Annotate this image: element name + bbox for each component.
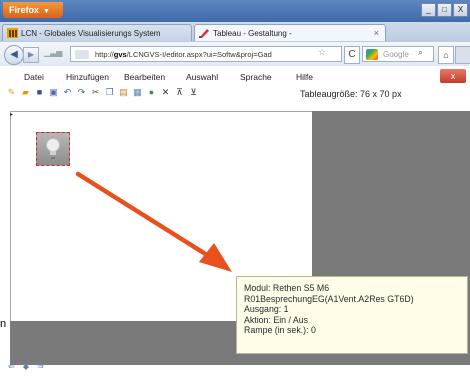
- signal-icon: ▁▃▅: [44, 48, 63, 57]
- url-text: http://gvs/LCNGVS-I/editor.aspx?ui=Softw…: [95, 50, 272, 59]
- search-icon[interactable]: ⌕: [418, 47, 423, 58]
- search-placeholder: Google: [383, 50, 409, 59]
- forward-button[interactable]: ▶: [23, 47, 39, 63]
- tooltip-line-ramp: Rampe (in sek.): 0: [244, 325, 316, 336]
- tab-label: Tableau - Gestaltung -: [213, 29, 292, 38]
- browser-window: Firefox ▼ _ □ X LCN - Globales Visualisie…: [0, 0, 470, 387]
- page-content: Datei Hinzufügen Bearbeiten Auswahl Spra…: [0, 66, 470, 387]
- tooltip-line-output: Ausgang: 1: [244, 304, 289, 315]
- navigation-bar: ◀ ▶ ▁▃▅ http://gvs/LCNGVS-I/editor.aspx?…: [0, 42, 470, 67]
- tooltip-line-module: Modul: Rethen S5 M6: [244, 283, 330, 293]
- tab-bar: LCN - Globales Visualisierungs System Ta…: [0, 22, 470, 60]
- tab-tableau[interactable]: Tableau - Gestaltung - ×: [194, 24, 386, 41]
- google-icon: [366, 49, 378, 60]
- firefox-menu-button[interactable]: Firefox ▼: [3, 2, 63, 18]
- home-button[interactable]: ⌂: [438, 46, 454, 64]
- site-identity-icon: [75, 50, 89, 59]
- reload-button[interactable]: C: [344, 46, 360, 64]
- window-controls: _ □ X: [421, 3, 468, 17]
- minimize-button[interactable]: _: [421, 3, 436, 17]
- close-tab-icon[interactable]: ×: [374, 25, 379, 41]
- maximize-button[interactable]: □: [437, 3, 452, 17]
- firefox-menu-label: Firefox: [9, 5, 40, 15]
- tab-lcn-gvs[interactable]: LCN - Globales Visualisierungs System: [2, 24, 192, 41]
- close-window-button[interactable]: X: [453, 3, 468, 17]
- tab-label: LCN - Globales Visualisierungs System: [21, 29, 161, 38]
- element-info-tooltip: Modul: Rethen S5 M6 R01BesprechungEG(A1V…: [236, 276, 468, 354]
- search-input[interactable]: Google: [362, 46, 434, 62]
- clipped-edge-text: n: [0, 318, 7, 330]
- title-bar: Firefox ▼ _ □ X: [0, 0, 470, 22]
- extension-button[interactable]: [455, 46, 470, 64]
- url-bar[interactable]: http://gvs/LCNGVS-I/editor.aspx?ui=Softw…: [70, 46, 342, 62]
- lcn-logo-icon: [7, 28, 18, 38]
- page-icon: [199, 29, 209, 38]
- chevron-down-icon: ▼: [43, 8, 50, 15]
- back-button[interactable]: ◀: [4, 45, 24, 65]
- page-nav-arrows[interactable]: ⇐ ◆ ⇒: [8, 362, 47, 371]
- bookmark-star-icon[interactable]: ☆: [318, 47, 326, 58]
- tooltip-line-action: Aktion: Ein / Aus: [244, 314, 309, 325]
- url-host: gvs: [113, 50, 127, 59]
- tooltip-line-name: R01BesprechungEG(A1Vent.A2Res GT6D): [244, 293, 414, 304]
